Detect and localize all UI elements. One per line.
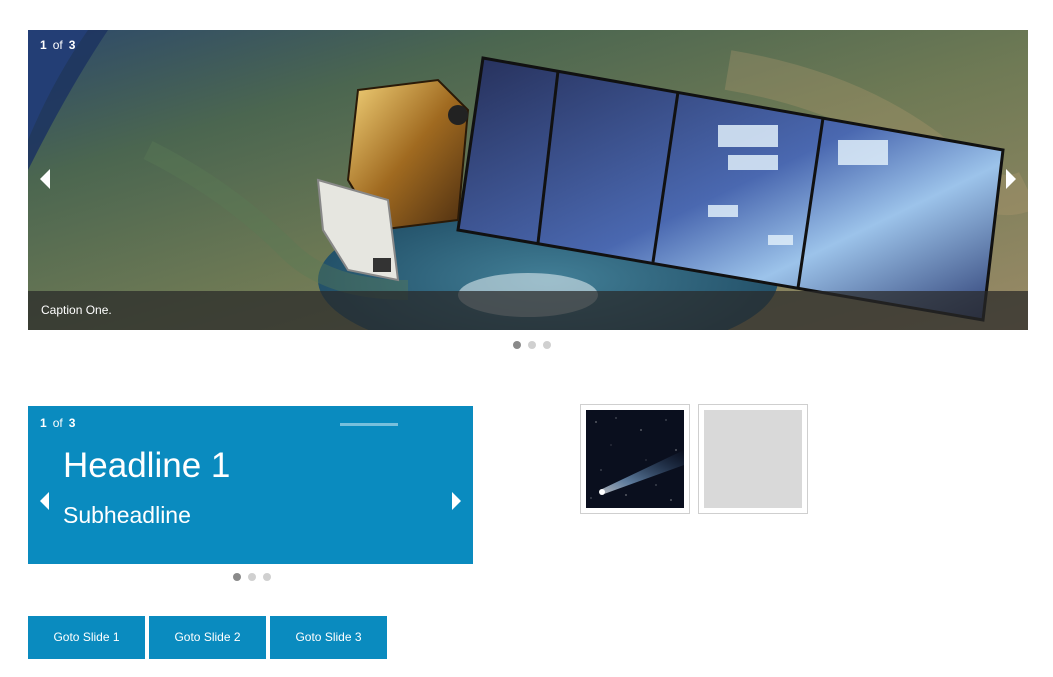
slide-counter: 1 of 3: [40, 38, 75, 52]
pagination-dot-2[interactable]: [528, 341, 536, 349]
pagination-dot-1[interactable]: [513, 341, 521, 349]
pagination-dot-1[interactable]: [233, 573, 241, 581]
prev-arrow-icon[interactable]: [40, 492, 49, 510]
next-arrow-icon[interactable]: [452, 492, 461, 510]
current-slide-number: 1: [40, 416, 47, 430]
pagination-dot-3[interactable]: [543, 341, 551, 349]
total-slide-count: 3: [68, 38, 76, 52]
current-slide-number: 1: [40, 38, 47, 52]
counter-of-label: of: [52, 416, 63, 430]
image-slider[interactable]: 1 of 3 Caption One.: [28, 30, 1028, 330]
slide-subheadline: Subheadline: [63, 502, 191, 528]
next-arrow-icon[interactable]: [1006, 169, 1016, 189]
text-slider[interactable]: 1 of 3 Headline 1 Subheadline: [28, 406, 473, 564]
slide-progress-bar: [340, 423, 398, 426]
goto-slide-3-button[interactable]: Goto Slide 3: [270, 616, 387, 659]
thumbnail-placeholder[interactable]: [698, 404, 808, 514]
goto-slide-2-button[interactable]: Goto Slide 2: [149, 616, 266, 659]
placeholder-image: [704, 410, 802, 508]
slide-counter: 1 of 3: [40, 416, 75, 430]
total-slide-count: 3: [68, 416, 76, 430]
counter-of-label: of: [52, 38, 63, 52]
pagination-dot-3[interactable]: [263, 573, 271, 581]
slide-headline: Headline 1: [63, 446, 231, 485]
thumbnail-comet[interactable]: [580, 404, 690, 514]
prev-arrow-icon[interactable]: [40, 169, 50, 189]
comet-image: [586, 410, 684, 508]
pagination-dot-2[interactable]: [248, 573, 256, 581]
slider1-pagination: [513, 341, 551, 349]
slide-caption: Caption One.: [28, 291, 1028, 330]
satellite-image: [28, 30, 1028, 330]
goto-slide-1-button[interactable]: Goto Slide 1: [28, 616, 145, 659]
slider2-pagination: [233, 573, 271, 581]
